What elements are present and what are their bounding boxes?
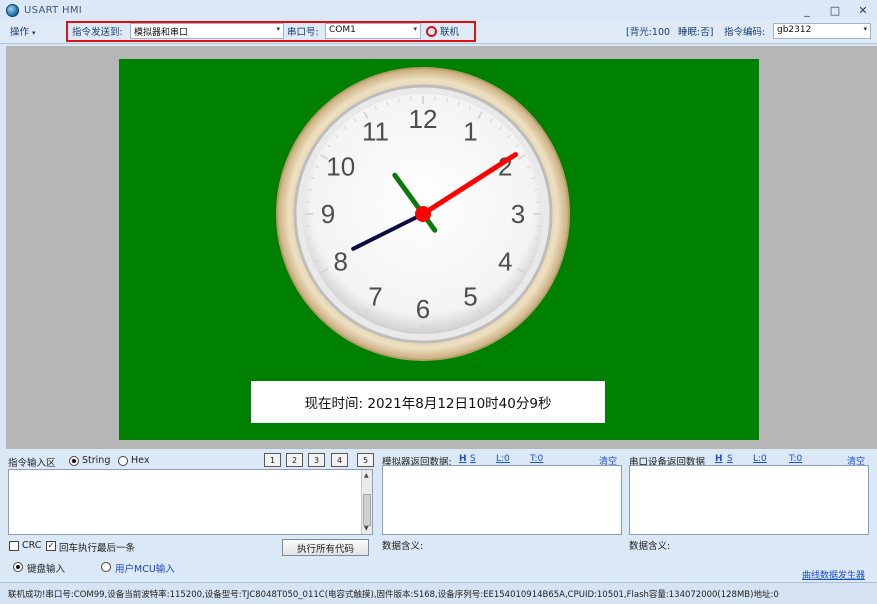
keyboard-input-label: 键盘输入	[27, 564, 66, 575]
serial-hex-link[interactable]: H	[715, 454, 723, 464]
string-radio[interactable]	[69, 456, 79, 466]
encoding-select[interactable]: gb2312 ▾	[773, 23, 871, 39]
input-scrollbar[interactable]: ▲ ▼	[361, 470, 372, 534]
input-area-title: 指令输入区	[8, 458, 56, 469]
status-text: 联机成功!串口号:COM99,设备当前波特率:115200,设备型号:TJC80…	[8, 590, 779, 600]
quick-button-2[interactable]: 2	[286, 453, 303, 467]
simulator-screen[interactable]: 12 1 2 3 4 5 6 7 8 9 10 11 现在时间: 2021年8月12日10时40分9秒	[119, 59, 759, 440]
serial-meaning-label: 数据含义:	[629, 541, 671, 552]
highlight-box	[66, 21, 476, 42]
clock-number: 11	[362, 117, 389, 147]
scroll-down-icon[interactable]: ▼	[364, 525, 369, 532]
scroll-thumb[interactable]	[363, 494, 371, 526]
enter-exec-label: 回车执行最后一条	[59, 543, 136, 554]
chevron-down-icon: ▾	[863, 25, 867, 33]
quick-button-4[interactable]: 4	[331, 453, 348, 467]
encoding-label: 指令编码:	[724, 27, 766, 38]
window-title: USART HMI	[24, 4, 82, 16]
current-time-display: 现在时间: 2021年8月12日10时40分9秒	[251, 381, 605, 423]
clock-number: 3	[511, 199, 525, 229]
clock-number: 1	[463, 117, 477, 147]
serial-length-link[interactable]: L:0	[753, 454, 767, 464]
clock-number: 4	[498, 247, 512, 277]
bottom-panel: 指令输入区 String Hex 1 2 3 4 5 ▲ ▼ CRC ✓ 回车执…	[0, 449, 877, 604]
app-icon	[6, 3, 19, 17]
sim-string-link[interactable]: S	[470, 454, 476, 464]
clock-number: 12	[409, 104, 438, 134]
clock-number: 5	[463, 281, 477, 311]
curve-generator-link[interactable]: 曲线数据发生器	[802, 568, 865, 581]
backlight-status: [背光:100	[626, 27, 671, 38]
user-mcu-input-radio[interactable]	[101, 562, 111, 572]
hex-radio[interactable]	[118, 456, 128, 466]
status-bar: 联机成功!串口号:COM99,设备当前波特率:115200,设备型号:TJC80…	[0, 582, 877, 604]
exec-all-button[interactable]: 执行所有代码	[282, 539, 369, 556]
clock-number: 7	[368, 281, 382, 311]
enter-exec-checkbox[interactable]: ✓	[46, 541, 56, 551]
clock-number: 8	[333, 247, 347, 277]
sim-length-link[interactable]: L:0	[496, 454, 510, 464]
clock-number: 10	[326, 152, 355, 182]
clock-center	[415, 206, 431, 222]
clock-number: 9	[321, 199, 335, 229]
sim-time-link[interactable]: T:0	[530, 454, 543, 464]
quick-button-1[interactable]: 1	[264, 453, 281, 467]
crc-label: CRC	[22, 540, 42, 551]
sim-hex-link[interactable]: H	[459, 454, 467, 464]
quick-button-5[interactable]: 5	[357, 453, 374, 467]
close-button[interactable]: ✕	[849, 0, 877, 20]
serial-return-box[interactable]	[629, 465, 869, 535]
minimize-button[interactable]: _	[793, 0, 821, 20]
clock-number: 6	[416, 294, 430, 324]
chevron-down-icon: ▾	[32, 29, 36, 37]
sim-return-box[interactable]	[382, 465, 622, 535]
ops-menu[interactable]: 操作 ▾	[10, 24, 36, 38]
user-mcu-input-label: 用户MCU输入	[115, 564, 175, 575]
scroll-up-icon[interactable]: ▲	[364, 472, 369, 479]
sleep-status: 睡眠:否]	[678, 27, 714, 38]
serial-string-link[interactable]: S	[727, 454, 733, 464]
string-radio-label: String	[82, 455, 111, 466]
crc-checkbox[interactable]	[9, 541, 19, 551]
command-input[interactable]: ▲ ▼	[8, 469, 373, 535]
keyboard-input-radio[interactable]	[13, 562, 23, 572]
serial-time-link[interactable]: T:0	[789, 454, 802, 464]
hex-radio-label: Hex	[131, 455, 150, 466]
maximize-button[interactable]: □	[821, 0, 849, 20]
title-bar: USART HMI _ □ ✕	[0, 0, 877, 20]
quick-button-3[interactable]: 3	[308, 453, 325, 467]
sim-meaning-label: 数据含义:	[382, 541, 424, 552]
